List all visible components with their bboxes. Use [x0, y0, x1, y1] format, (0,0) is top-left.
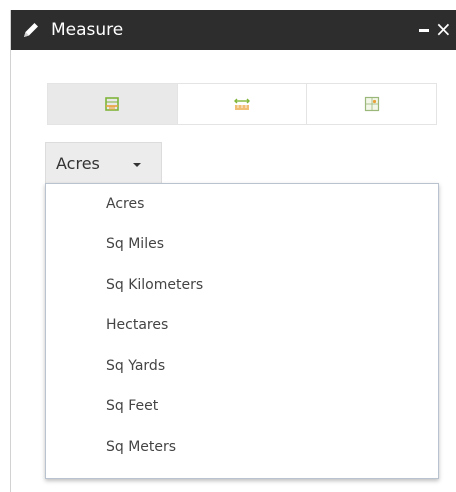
unit-option-hectares[interactable]: Hectares [106, 315, 168, 335]
minimize-icon [419, 28, 429, 32]
area-measure-icon [105, 97, 120, 111]
unit-option-sq-miles[interactable]: Sq Miles [106, 234, 164, 254]
location-measure-icon [364, 96, 379, 112]
selected-unit-label: Acres [56, 154, 100, 173]
measure-tool-bar [47, 83, 437, 125]
tab-location[interactable] [307, 84, 436, 124]
minimize-button[interactable] [417, 19, 431, 41]
distance-measure-icon [234, 98, 250, 110]
unit-option-sq-feet[interactable]: Sq Feet [106, 396, 158, 416]
title-bar: Measure × [11, 10, 456, 50]
unit-option-sq-yards[interactable]: Sq Yards [106, 356, 165, 376]
unit-dropdown-menu: Acres Sq Miles Sq Kilometers Hectares Sq… [45, 183, 439, 479]
tab-distance[interactable] [178, 84, 308, 124]
window-title: Measure [51, 20, 124, 40]
unit-option-sq-kilometers[interactable]: Sq Kilometers [106, 275, 203, 295]
caret-down-icon [133, 163, 141, 167]
unit-option-acres[interactable]: Acres [106, 194, 144, 214]
unit-option-sq-meters[interactable]: Sq Meters [106, 437, 176, 457]
close-button[interactable]: × [435, 17, 453, 41]
unit-dropdown-button[interactable]: Acres [45, 142, 162, 184]
tab-area[interactable] [48, 84, 178, 124]
measure-widget: Measure × Acres Acres Sq Miles Sq Kilome… [10, 10, 456, 492]
pencil-icon [24, 23, 38, 37]
